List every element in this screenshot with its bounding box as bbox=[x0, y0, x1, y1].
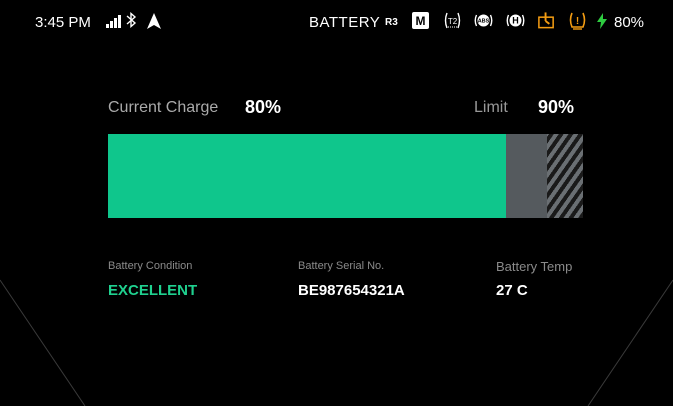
charge-limit-label: Limit bbox=[474, 99, 508, 116]
charge-bar bbox=[108, 134, 583, 218]
svg-text:H: H bbox=[512, 16, 519, 26]
status-bar: 3:45 PM BATTERY R3 M T2 ABS H ! 80% bbox=[0, 0, 673, 46]
battery-temp-label: Battery Temp bbox=[496, 259, 573, 274]
svg-text:T2: T2 bbox=[448, 17, 458, 26]
battery-screen: 3:45 PM BATTERY R3 M T2 ABS H ! 80% Curr… bbox=[0, 0, 673, 406]
battery-percent: 80% bbox=[614, 14, 645, 31]
gear-mode-badge: M bbox=[412, 12, 429, 29]
current-charge-value: 80% bbox=[245, 97, 282, 117]
current-charge-label: Current Charge bbox=[108, 99, 219, 116]
hill-hold-icon: H bbox=[506, 11, 525, 30]
charge-limit-value: 90% bbox=[538, 97, 575, 117]
svg-text:!: ! bbox=[576, 16, 579, 27]
kickstand-warning-icon bbox=[537, 11, 556, 30]
bluetooth-icon bbox=[125, 11, 137, 33]
abs-icon: ABS bbox=[474, 11, 493, 30]
clock: 3:45 PM bbox=[35, 14, 91, 31]
battery-temp-value: 27 C bbox=[496, 282, 528, 299]
traction-control-icon: T2 bbox=[443, 11, 462, 30]
battery-serial-value: BE987654321A bbox=[298, 282, 405, 299]
screen-title: BATTERY bbox=[309, 14, 381, 31]
charge-bar-fill bbox=[108, 134, 506, 218]
battery-condition-value: EXCELLENT bbox=[108, 282, 198, 299]
signal-strength-icon bbox=[106, 14, 121, 28]
battery-serial-label: Battery Serial No. bbox=[298, 260, 385, 272]
ride-mode-label: R3 bbox=[385, 17, 398, 28]
battery-condition-label: Battery Condition bbox=[108, 260, 193, 272]
charging-bolt-icon bbox=[597, 13, 607, 33]
tire-pressure-warning-icon: ! bbox=[568, 11, 587, 30]
svg-text:ABS: ABS bbox=[478, 19, 490, 25]
charge-bar-limit-region bbox=[547, 134, 583, 218]
